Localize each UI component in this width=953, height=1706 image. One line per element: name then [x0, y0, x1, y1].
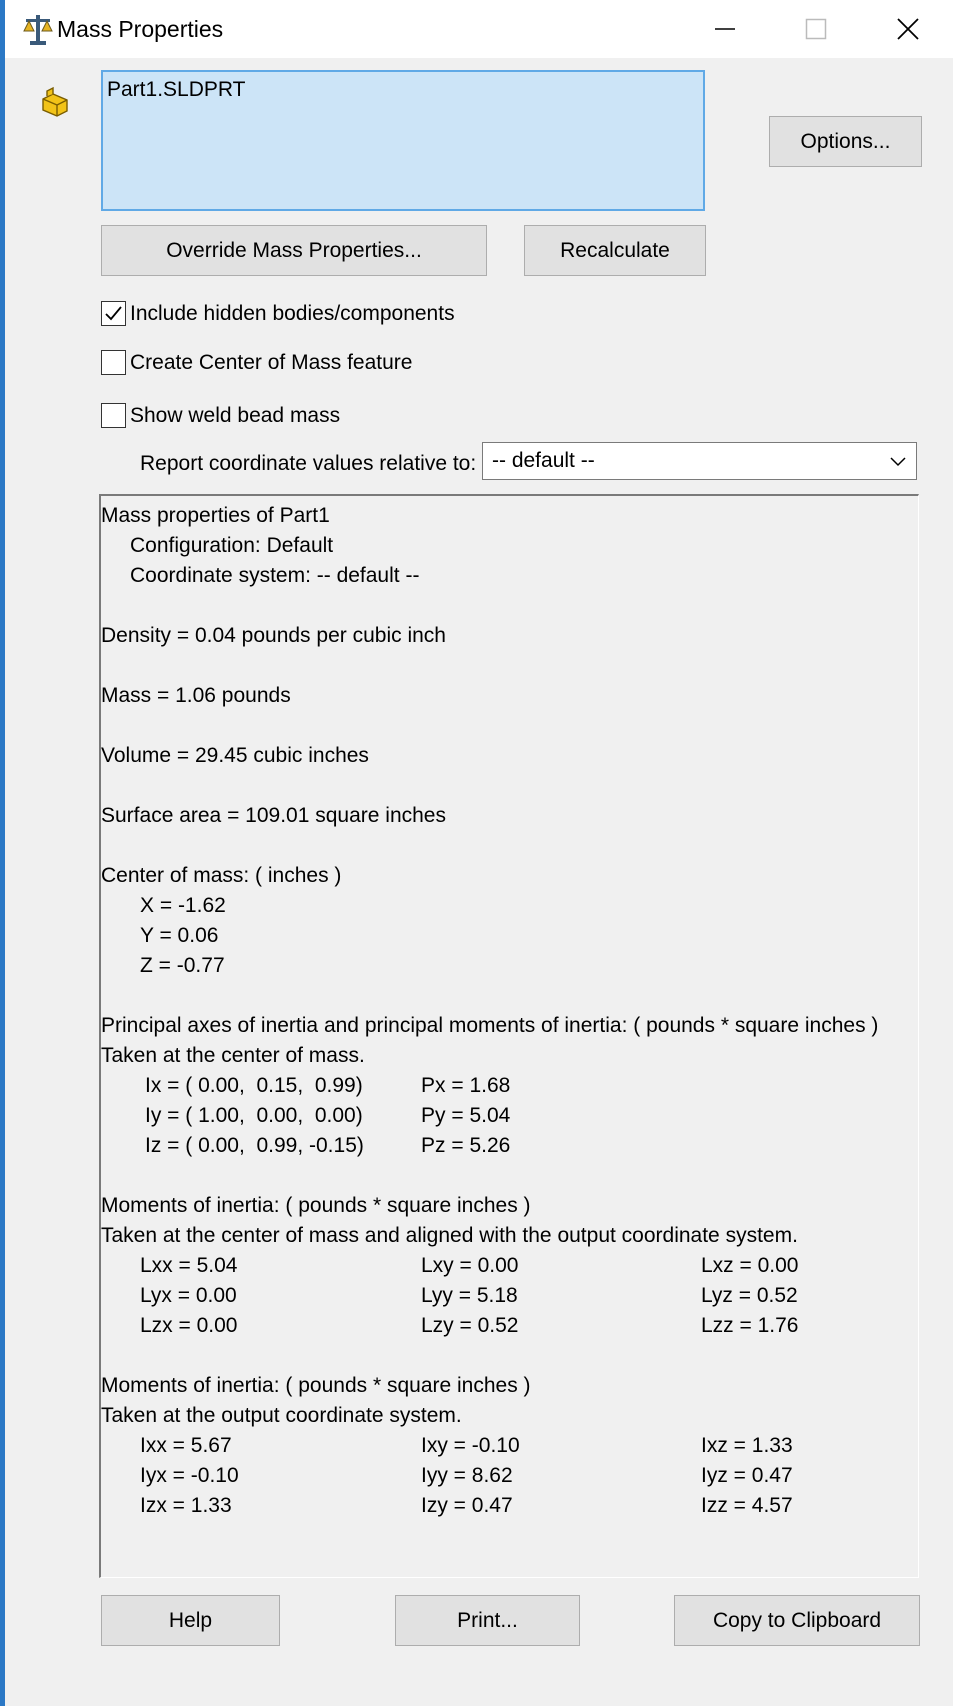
results-principal-moment-pz: Pz = 5.26 [421, 1134, 511, 1157]
moi-com-cell: Lzx = 0.00 [140, 1314, 238, 1337]
results-principal-header: Principal axes of inertia and principal … [101, 1014, 879, 1037]
create-com-checkbox-row[interactable]: Create Center of Mass feature [101, 350, 412, 375]
options-button[interactable]: Options... [769, 116, 922, 167]
close-icon [897, 18, 919, 40]
results-com-y: Y = 0.06 [140, 924, 219, 947]
create-com-label: Create Center of Mass feature [130, 350, 413, 374]
results-moi-com-header: Moments of inertia: ( pounds * square in… [101, 1194, 531, 1217]
results-density: Density = 0.04 pounds per cubic inch [101, 624, 446, 647]
moi-out-cell: Ixy = -0.10 [421, 1434, 520, 1457]
help-button[interactable]: Help [101, 1595, 280, 1646]
coordinate-system-value: -- default -- [492, 449, 595, 472]
include-hidden-label: Include hidden bodies/components [130, 301, 455, 325]
results-principal-moment-py: Py = 5.04 [421, 1104, 511, 1127]
print-button[interactable]: Print... [395, 1595, 580, 1646]
results-volume: Volume = 29.45 cubic inches [101, 744, 369, 767]
results-moi-out-sub: Taken at the output coordinate system. [101, 1404, 462, 1427]
results-moi-com-sub: Taken at the center of mass and aligned … [101, 1224, 798, 1247]
weld-bead-checkbox[interactable] [101, 403, 126, 428]
moi-out-cell: Iyy = 8.62 [421, 1464, 513, 1487]
results-coordinate-system: Coordinate system: -- default -- [130, 564, 420, 587]
results-panel[interactable]: Mass properties of Part1 Configuration: … [99, 494, 919, 1578]
report-coordinate-label: Report coordinate values relative to: [140, 452, 477, 475]
moi-com-cell: Lxx = 5.04 [140, 1254, 238, 1277]
window-title: Mass Properties [57, 16, 224, 42]
results-principal-moment-px: Px = 1.68 [421, 1074, 511, 1097]
moi-out-cell: Ixx = 5.67 [140, 1434, 232, 1457]
create-com-checkbox[interactable] [101, 350, 126, 375]
results-com-header: Center of mass: ( inches ) [101, 864, 342, 887]
moi-out-cell: Izx = 1.33 [140, 1494, 232, 1517]
maximize-button[interactable] [771, 0, 861, 58]
results-header: Mass properties of Part1 [101, 504, 330, 527]
selection-listbox[interactable]: Part1.SLDPRT [101, 70, 705, 211]
title-bar: Mass Properties [5, 0, 953, 58]
maximize-icon [805, 18, 827, 40]
minimize-button[interactable] [680, 0, 770, 58]
results-configuration: Configuration: Default [130, 534, 334, 557]
moi-out-cell: Iyz = 0.47 [701, 1464, 793, 1487]
coordinate-system-select[interactable]: -- default -- [482, 442, 917, 480]
results-com-z: Z = -0.77 [140, 954, 225, 977]
recalculate-button[interactable]: Recalculate [524, 225, 706, 276]
part-icon [42, 86, 68, 117]
results-principal-sub: Taken at the center of mass. [101, 1044, 365, 1067]
override-mass-properties-button[interactable]: Override Mass Properties... [101, 225, 487, 276]
results-moi-out-header: Moments of inertia: ( pounds * square in… [101, 1374, 531, 1397]
moi-out-cell: Izy = 0.47 [421, 1494, 513, 1517]
moi-com-cell: Lxy = 0.00 [421, 1254, 519, 1277]
include-hidden-checkbox-row[interactable]: Include hidden bodies/components [101, 301, 455, 326]
selected-component[interactable]: Part1.SLDPRT [107, 78, 246, 102]
weld-bead-label: Show weld bead mass [130, 403, 341, 427]
moi-com-cell: Lyx = 0.00 [140, 1284, 237, 1307]
moi-out-cell: Ixz = 1.33 [701, 1434, 793, 1457]
results-com-x: X = -1.62 [140, 894, 226, 917]
results-principal-axis-iy: Iy = ( 1.00, 0.00, 0.00) [145, 1104, 363, 1127]
results-surface-area: Surface area = 109.01 square inches [101, 804, 446, 827]
chevron-down-icon [890, 457, 906, 467]
moi-out-cell: Iyx = -0.10 [140, 1464, 239, 1487]
weld-bead-checkbox-row[interactable]: Show weld bead mass [101, 403, 340, 428]
minimize-icon [715, 28, 735, 30]
moi-out-cell: Izz = 4.57 [701, 1494, 793, 1517]
results-mass: Mass = 1.06 pounds [101, 684, 291, 707]
copy-to-clipboard-button[interactable]: Copy to Clipboard [674, 1595, 920, 1646]
moi-com-cell: Lxz = 0.00 [701, 1254, 799, 1277]
checkmark-icon [105, 306, 122, 321]
mass-properties-window: Mass Properties Part1.SLDPRT Options... … [0, 0, 953, 1706]
moi-com-cell: Lyz = 0.52 [701, 1284, 798, 1307]
moi-com-cell: Lyy = 5.18 [421, 1284, 518, 1307]
moi-com-cell: Lzy = 0.52 [421, 1314, 519, 1337]
moi-com-cell: Lzz = 1.76 [701, 1314, 799, 1337]
include-hidden-checkbox[interactable] [101, 301, 126, 326]
results-principal-axis-iz: Iz = ( 0.00, 0.99, -0.15) [145, 1134, 364, 1157]
scale-icon [23, 15, 53, 45]
results-principal-axis-ix: Ix = ( 0.00, 0.15, 0.99) [145, 1074, 363, 1097]
close-button[interactable] [863, 0, 953, 58]
